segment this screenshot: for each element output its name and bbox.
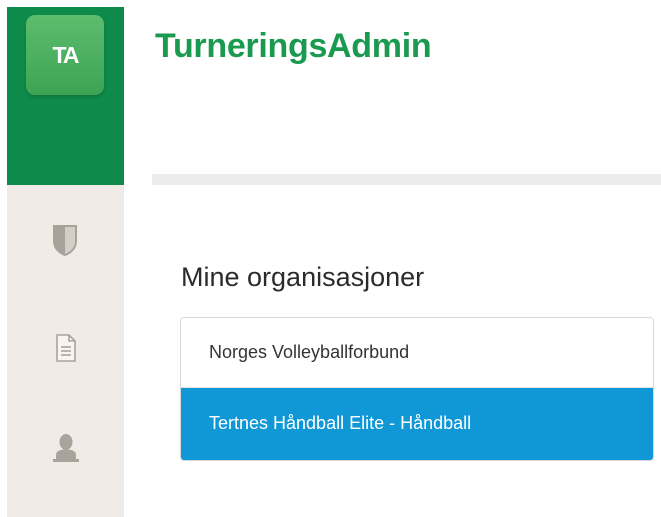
app-logo[interactable]: TA (26, 15, 104, 95)
header-divider (152, 174, 661, 185)
organization-item-volleyball[interactable]: Norges Volleyballforbund (181, 318, 653, 388)
section-heading: Mine organisasjoner (181, 262, 425, 292)
logo-text: TA (52, 41, 80, 68)
app-title: TurneringsAdmin (155, 27, 432, 65)
sidebar-item-user[interactable] (49, 427, 83, 469)
sidebar: TA (7, 7, 124, 517)
organization-item-tertnes[interactable]: Tertnes Håndball Elite - Håndball (181, 388, 653, 460)
app-root: TA TurneringsAdmin Mine organisasjoner N… (0, 0, 661, 517)
document-icon (56, 334, 76, 362)
sidebar-item-documents[interactable] (49, 327, 83, 369)
sidebar-item-shield[interactable] (47, 214, 83, 266)
user-icon (53, 434, 79, 462)
sidebar-brand-area: TA (7, 7, 124, 185)
shield-icon (53, 225, 77, 256)
organization-list: Norges Volleyballforbund Tertnes Håndbal… (180, 317, 654, 461)
